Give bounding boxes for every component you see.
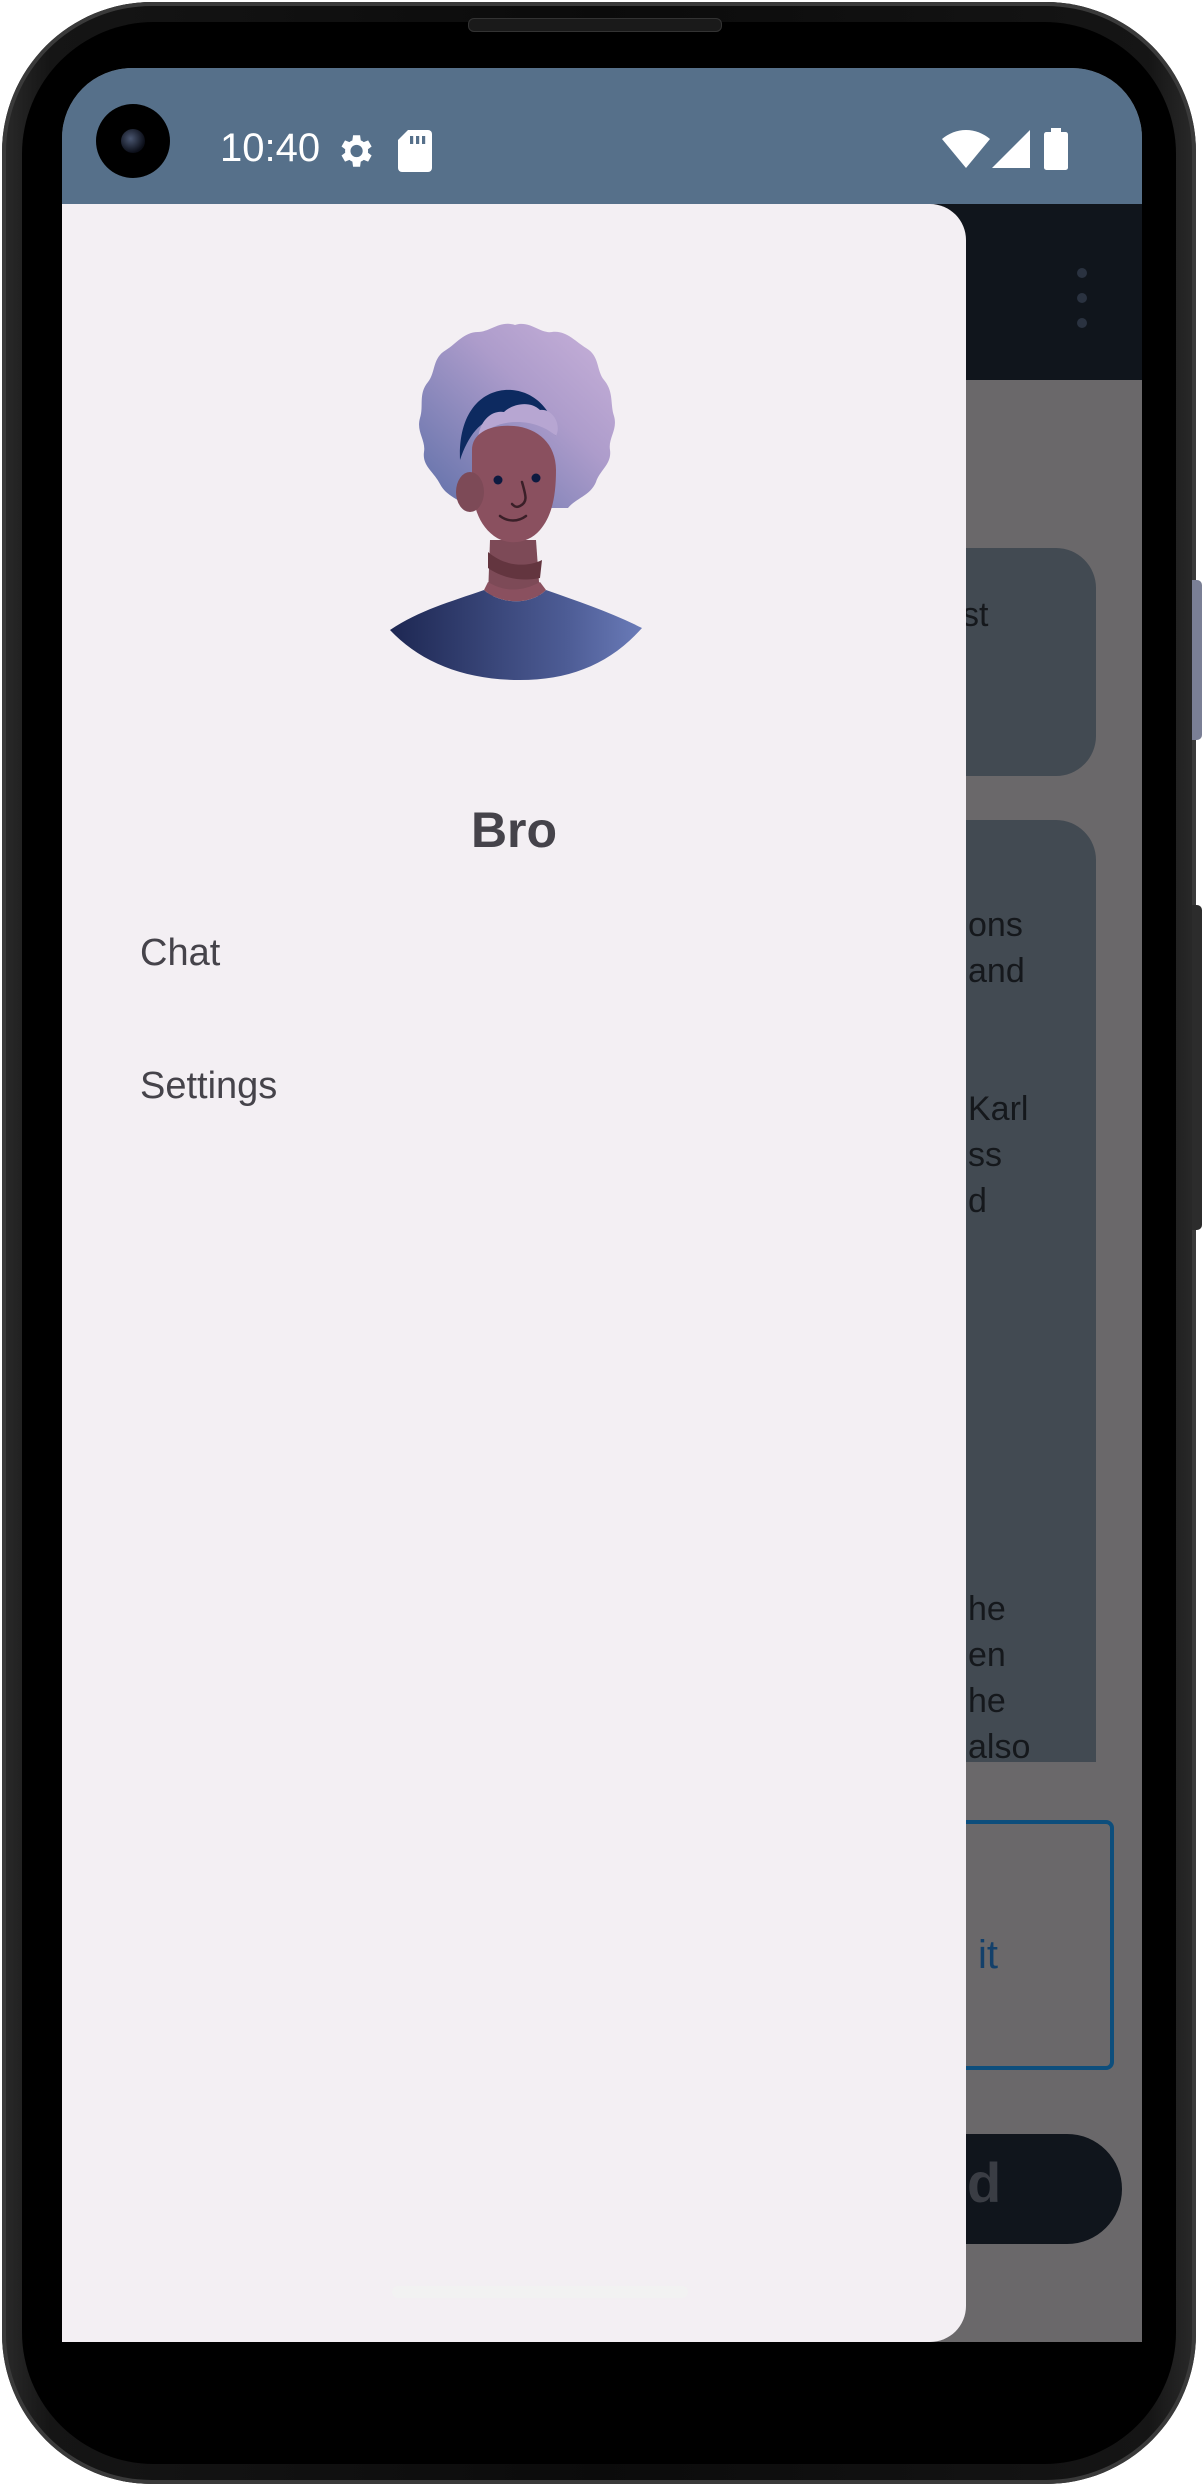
user-avatar-illustration [390,323,642,680]
front-camera [96,104,170,178]
status-bar: 10:40 [62,68,1142,204]
battery-icon [1044,128,1068,170]
outlined-button-label: it [978,1933,998,1977]
cellular-signal-icon [992,130,1030,168]
power-button [1192,905,1202,1230]
drawer-item-chat[interactable]: Chat [140,932,220,975]
volume-button [1192,580,1202,740]
navigation-drawer: Bro Chat Settings [62,204,966,2342]
status-time: 10:40 [220,126,321,170]
card-text: also [968,1728,1031,1762]
send-button-label: d [967,2151,1002,2214]
sd-card-icon [398,130,432,172]
card-text: ons [968,906,1023,944]
card-text: he [968,1682,1006,1720]
card-text: he [968,1590,1006,1628]
card-text: Karl [968,1090,1029,1128]
home-indicator[interactable] [392,2286,688,2298]
device-frame: st ons and Karl ss d he en he also l it … [0,0,1204,2491]
card-text: en [968,1636,1006,1674]
card-text: and [968,952,1025,990]
wifi-icon [942,130,990,168]
screen: st ons and Karl ss d he en he also l it … [62,68,1142,2342]
more-options-icon[interactable] [1072,268,1092,328]
card-text: d [968,1182,987,1220]
drawer-item-settings[interactable]: Settings [140,1065,277,1108]
user-name: Bro [470,802,558,858]
card-text: ss [968,1136,1002,1174]
settings-gear-icon [341,135,372,167]
earpiece-speaker [468,18,722,32]
